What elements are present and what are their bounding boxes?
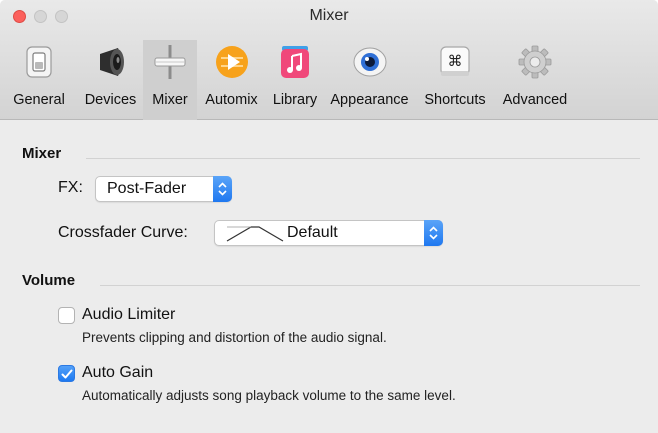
section-title-volume: Volume	[22, 272, 76, 289]
section-title-mixer: Mixer	[22, 145, 62, 162]
eye-icon	[353, 44, 387, 80]
play-icon	[215, 44, 249, 80]
audio-limiter-checkbox[interactable]	[58, 307, 75, 324]
tab-automix[interactable]: Automix	[197, 40, 266, 120]
fx-popup[interactable]: Post-Fader	[95, 176, 232, 202]
tab-label: Advanced	[502, 92, 568, 108]
preferences-content: Mixer FX: Post-Fader Crossfader Curve: D…	[0, 121, 658, 433]
auto-gain-checkbox[interactable]	[58, 365, 75, 382]
gear-icon	[518, 44, 552, 80]
speaker-icon	[94, 44, 128, 80]
tab-label: Automix	[205, 92, 258, 108]
window-title: Mixer	[309, 7, 349, 24]
command-key-icon: ⌘	[438, 44, 472, 80]
curve-preview-icon	[225, 225, 285, 248]
chevron-updown-icon	[213, 176, 232, 202]
tab-library[interactable]: Library	[266, 40, 324, 120]
title-bar: Mixer General Devices Mixer Automix Libr…	[0, 0, 658, 120]
section-divider	[86, 158, 640, 159]
auto-gain-description: Automatically adjusts song playback volu…	[82, 388, 456, 403]
tab-general[interactable]: General	[0, 40, 78, 120]
checkmark-icon	[61, 369, 73, 379]
auto-gain-label: Auto Gain	[82, 364, 154, 381]
tab-mixer[interactable]: Mixer	[143, 40, 197, 120]
section-divider	[100, 285, 640, 286]
preferences-window: Mixer General Devices Mixer Automix Libr…	[0, 0, 658, 433]
switch-icon	[22, 44, 56, 80]
fader-icon	[153, 44, 187, 80]
tab-shortcuts[interactable]: ⌘ Shortcuts	[415, 40, 495, 120]
tab-advanced[interactable]: Advanced	[495, 40, 575, 120]
crossfader-curve-popup[interactable]: Default	[214, 220, 443, 246]
fx-value: Post-Fader	[107, 180, 187, 197]
tab-appearance[interactable]: Appearance	[324, 40, 415, 120]
crossfader-curve-label: Crossfader Curve:	[58, 224, 188, 241]
tab-label: Shortcuts	[424, 92, 486, 108]
chevron-updown-icon	[424, 220, 443, 246]
tab-label: Mixer	[152, 92, 188, 108]
music-note-icon	[278, 44, 312, 80]
audio-limiter-description: Prevents clipping and distortion of the …	[82, 330, 387, 345]
audio-limiter-label: Audio Limiter	[82, 306, 176, 323]
fx-label: FX:	[58, 179, 83, 196]
tab-label: Appearance	[330, 92, 409, 108]
tab-devices[interactable]: Devices	[78, 40, 143, 120]
tab-label: Devices	[84, 92, 137, 108]
command-glyph: ⌘	[448, 52, 463, 70]
crossfader-curve-value: Default	[287, 224, 338, 241]
tab-label: Library	[272, 92, 318, 108]
tab-label: General	[13, 92, 65, 108]
